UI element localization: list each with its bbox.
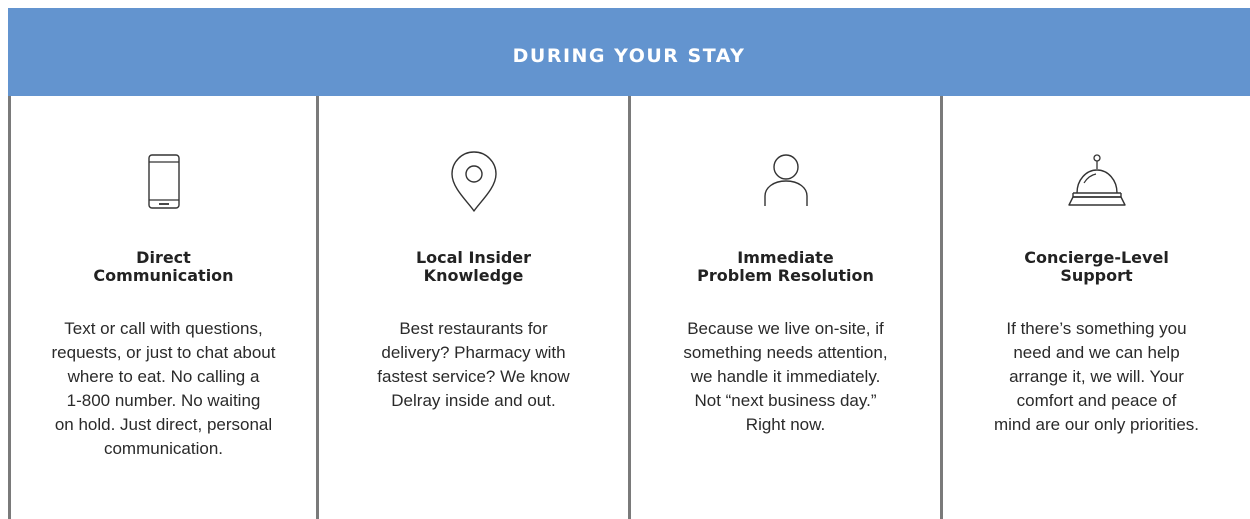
service-bell-icon [1067,154,1126,206]
person-icon [763,154,808,206]
map-pin-icon [450,151,497,212]
feature-title: Immediate Problem Resolution [697,248,874,285]
feature-description: Best restaurants for delivery? Pharmacy … [377,319,570,410]
feature-description: If there’s something you need and we can… [993,319,1200,434]
feature-title: Local Insider Knowledge [415,248,532,285]
feature-concierge-support: Concierge-Level Support If there’s somet… [943,96,1250,519]
feature-description: Because we live on-site, if something ne… [683,319,888,434]
feature-description: Text or call with questions, requests, o… [51,319,276,458]
feature-local-knowledge: Local Insider Knowledge Best restaurants… [319,96,628,519]
section-banner: DURING YOUR STAY [8,8,1250,96]
feature-problem-resolution: Immediate Problem Resolution Because we … [631,96,940,519]
feature-title: Concierge-Level Support [1024,248,1169,285]
feature-title: Direct Communication [93,248,234,285]
smartphone-icon [147,154,180,209]
feature-columns: Direct Communication Text or call with q… [0,96,1250,519]
feature-direct-communication: Direct Communication Text or call with q… [11,96,316,519]
section-title: DURING YOUR STAY [512,45,746,67]
